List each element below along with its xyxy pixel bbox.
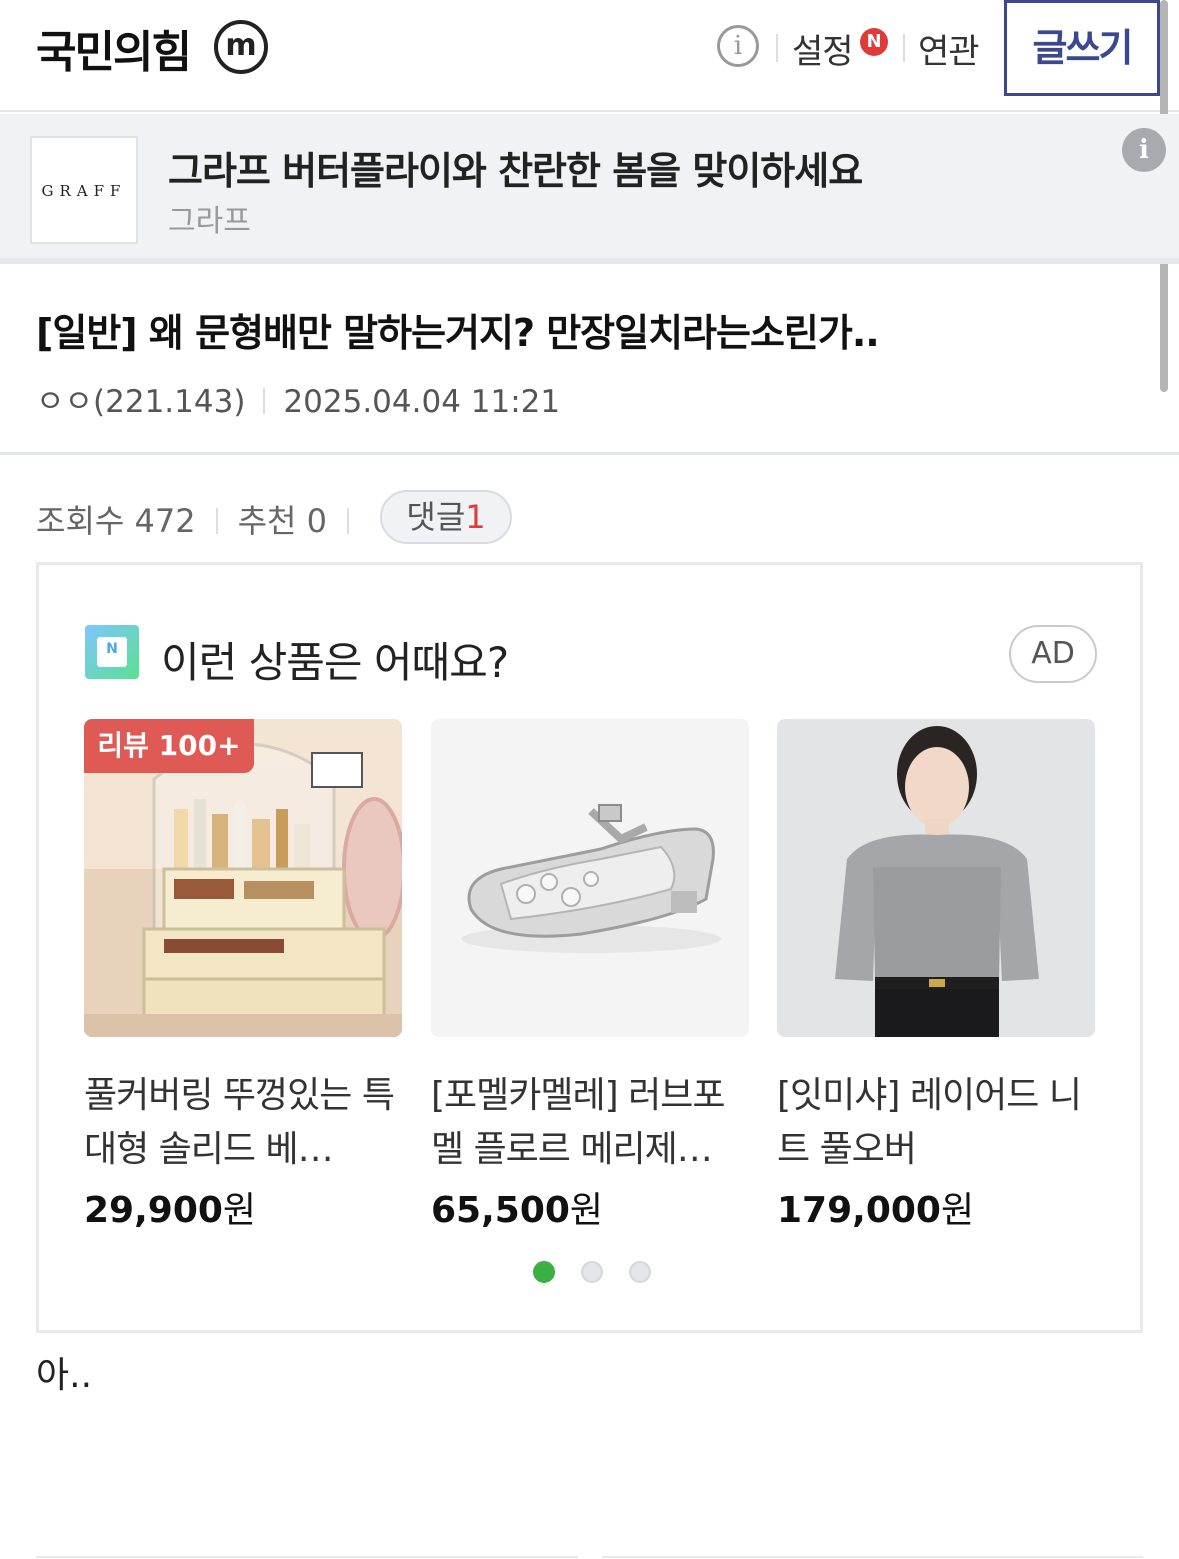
divider — [903, 34, 905, 62]
product-ad-box: N 이런 상품은 어때요? AD 리뷰 100+ 풀커버링 뚜껑있는 특대형 솔… — [36, 562, 1143, 1333]
post-title: [일반] 왜 문형배만 말하는거지? 만장일치라는소린가.. — [36, 311, 880, 355]
related-link[interactable]: 연관 — [918, 24, 980, 73]
price-unit: 원 — [569, 1190, 604, 1231]
silver-flat-shoe-image — [431, 719, 749, 1037]
product-name[interactable]: 풀커버링 뚜껑있는 특대형 솔리드 베… — [84, 1069, 402, 1177]
price-unit: 원 — [222, 1190, 257, 1231]
post-meta: ㅇㅇ(221.143) 2025.04.04 11:21 — [36, 376, 560, 421]
info-icon[interactable]: i — [717, 25, 759, 67]
ad-badge[interactable]: AD — [1009, 625, 1097, 683]
product-card[interactable]: 리뷰 100+ 풀커버링 뚜껑있는 특대형 솔리드 베… 29,900원 — [84, 719, 402, 1233]
post-stats: 조회수 472 추천 0 — [36, 496, 369, 542]
post-datetime: 2025.04.04 11:21 — [283, 384, 561, 420]
divider — [602, 1556, 1143, 1558]
review-badge: 리뷰 100+ — [84, 719, 254, 773]
write-button[interactable]: 글쓰기 — [1004, 0, 1160, 96]
comment-button[interactable]: 댓글1 — [380, 490, 512, 544]
settings-link[interactable]: 설정 — [792, 24, 854, 73]
product-card[interactable]: [잇미샤] 레이어드 니트 풀오버 179,000원 — [777, 719, 1095, 1233]
divider — [776, 34, 778, 62]
product-name[interactable]: [포멜카멜레] 러브포멜 플로르 메리제… — [431, 1069, 749, 1177]
minor-gallery-icon: m — [214, 20, 268, 74]
product-image-cosmetic-organizer[interactable]: 리뷰 100+ — [84, 719, 402, 1037]
ad-info-icon[interactable]: i — [1122, 128, 1166, 172]
price-value: 29,900 — [84, 1190, 223, 1231]
gallery-header: 국민의힘 m i 설정 N 연관 글쓰기 — [0, 0, 1179, 112]
comment-count: 1 — [465, 498, 486, 536]
product-card[interactable]: [포멜카멜레] 러브포멜 플로르 메리제… 65,500원 — [431, 719, 749, 1233]
advertiser-logo-text: GRAFF — [41, 182, 127, 200]
carousel-dot[interactable] — [581, 1261, 603, 1283]
price-value: 65,500 — [431, 1190, 570, 1231]
shopping-bag-icon: N — [85, 625, 139, 679]
minor-gallery-icon-letter: m — [225, 28, 257, 63]
advertiser-logo: GRAFF — [30, 136, 138, 244]
carousel-dot[interactable] — [629, 1261, 651, 1283]
view-count: 조회수 472 — [36, 502, 196, 540]
ad-advertiser: 그라프 — [168, 204, 251, 239]
post-body: 아.. — [36, 1355, 93, 1396]
comment-label: 댓글 — [406, 498, 466, 536]
recommend-count: 추천 0 — [237, 502, 327, 540]
divider — [36, 1556, 578, 1558]
product-image-knit-pullover-model[interactable] — [777, 719, 1095, 1037]
post-author[interactable]: ㅇㅇ(221.143) — [36, 384, 245, 420]
shopping-bag-shape: N — [97, 637, 127, 667]
shopping-bag-letter: N — [106, 641, 118, 657]
product-price: 29,900원 — [84, 1181, 402, 1233]
divider — [215, 508, 218, 534]
carousel-dot[interactable] — [533, 1261, 555, 1283]
divider — [347, 508, 349, 534]
bottom-dividers — [36, 1556, 1143, 1558]
product-image-silver-flat-shoe[interactable] — [431, 719, 749, 1037]
product-ad-title: 이런 상품은 어때요? — [161, 638, 509, 687]
divider — [0, 452, 1179, 455]
product-price: 65,500원 — [431, 1181, 749, 1233]
gallery-title[interactable]: 국민의힘 — [36, 16, 192, 80]
divider — [263, 388, 266, 414]
knit-pullover-model-image — [777, 719, 1095, 1037]
price-value: 179,000 — [777, 1190, 941, 1231]
ad-title[interactable]: 그라프 버터플라이와 찬란한 봄을 맞이하세요 — [168, 140, 863, 195]
price-unit: 원 — [940, 1190, 975, 1231]
product-price: 179,000원 — [777, 1181, 1095, 1233]
new-badge: N — [860, 28, 888, 56]
product-name[interactable]: [잇미샤] 레이어드 니트 풀오버 — [777, 1069, 1095, 1177]
